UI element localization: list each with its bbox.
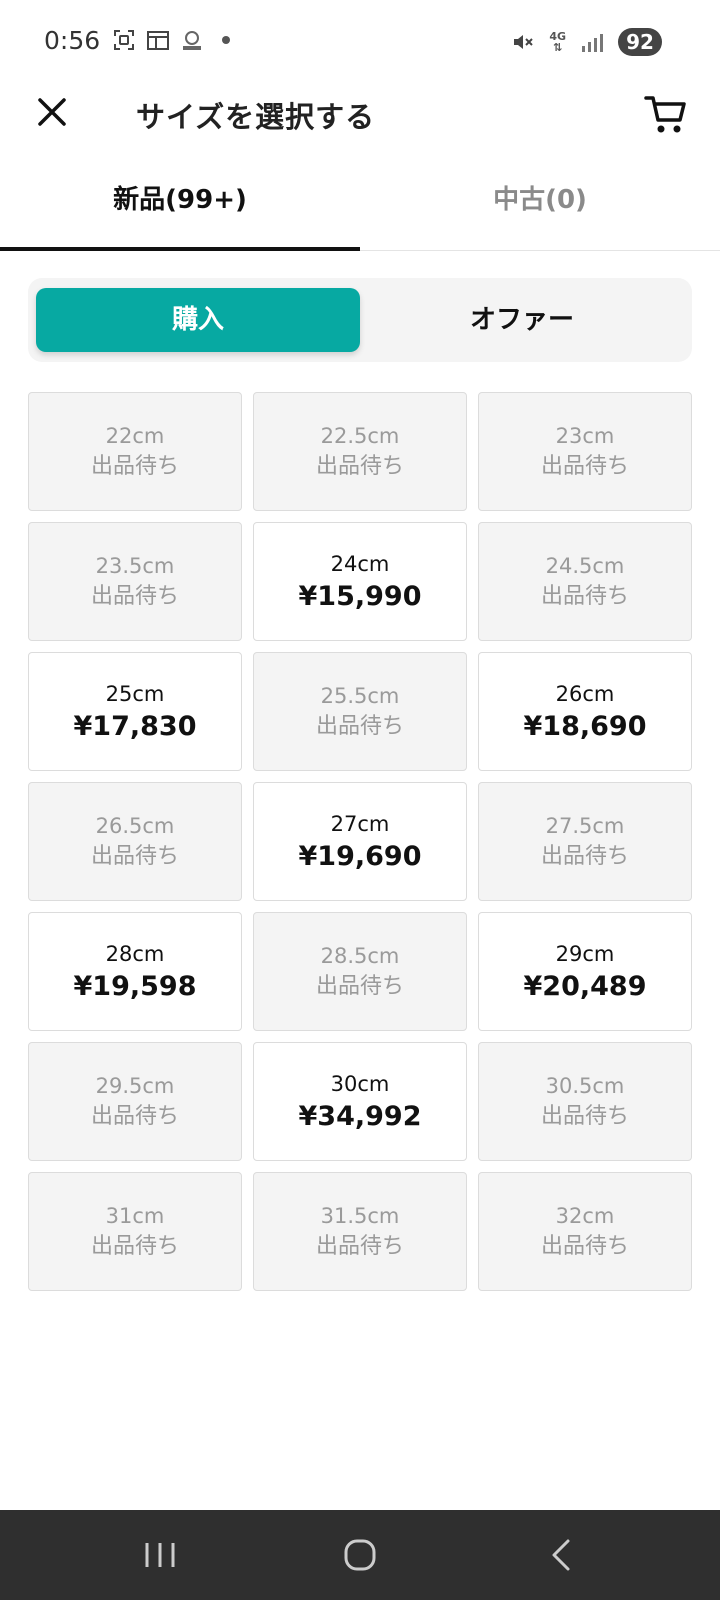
battery-level: 92: [618, 28, 662, 56]
close-button[interactable]: [34, 94, 70, 130]
recent-apps-icon: [145, 1543, 175, 1567]
home-icon: [344, 1539, 376, 1571]
size-label: 28.5cm: [320, 943, 400, 968]
size-label: 25cm: [105, 681, 165, 706]
size-option[interactable]: 25.5cm 出品待ち: [253, 652, 467, 771]
offer-button[interactable]: オファー: [360, 288, 684, 352]
status-bar: 0:56 4G ⇅ 92: [0, 0, 720, 84]
active-tab-indicator: [0, 247, 360, 251]
size-label: 26cm: [555, 681, 615, 706]
calendar-icon: [146, 28, 170, 52]
size-label: 24.5cm: [545, 553, 625, 578]
size-label: 25.5cm: [320, 683, 400, 708]
size-status: 出品待ち: [90, 453, 179, 479]
network-indicator: 4G ⇅: [549, 30, 566, 54]
size-option[interactable]: 27cm ¥19,690: [253, 782, 467, 901]
size-label: 23cm: [555, 423, 615, 448]
page-title: サイズを選択する: [136, 100, 376, 134]
cart-icon: [644, 96, 686, 133]
status-right-icons: 4G ⇅ 92: [511, 28, 662, 56]
size-option[interactable]: 29cm ¥20,489: [478, 912, 692, 1031]
size-status: 出品待ち: [540, 1103, 629, 1129]
size-option[interactable]: 24cm ¥15,990: [253, 522, 467, 641]
size-status: 出品待ち: [315, 1233, 404, 1259]
size-label: 23.5cm: [95, 553, 175, 578]
size-status: 出品待ち: [540, 453, 629, 479]
size-status: 出品待ち: [90, 1103, 179, 1129]
size-price: ¥34,992: [298, 1100, 422, 1132]
mute-icon: [511, 30, 535, 54]
size-label: 22cm: [105, 423, 165, 448]
size-price: ¥18,690: [523, 710, 647, 742]
size-option[interactable]: 26.5cm 出品待ち: [28, 782, 242, 901]
size-price: ¥19,598: [73, 970, 197, 1002]
size-label: 27.5cm: [545, 813, 625, 838]
size-option[interactable]: 28.5cm 出品待ち: [253, 912, 467, 1031]
size-option[interactable]: 23.5cm 出品待ち: [28, 522, 242, 641]
size-status: 出品待ち: [90, 1233, 179, 1259]
size-option[interactable]: 22cm 出品待ち: [28, 392, 242, 511]
size-label: 28cm: [105, 941, 165, 966]
cart-button[interactable]: [644, 92, 688, 136]
size-option[interactable]: 30.5cm 出品待ち: [478, 1042, 692, 1161]
size-label: 26.5cm: [95, 813, 175, 838]
recent-apps-button[interactable]: [138, 1535, 182, 1575]
size-label: 24cm: [330, 551, 390, 576]
signal-icon: [580, 30, 604, 54]
size-price: ¥20,489: [523, 970, 647, 1002]
system-nav-bar: [0, 1510, 720, 1600]
purchase-mode-toggle: 購入 オファー: [28, 278, 692, 362]
home-button[interactable]: [338, 1535, 382, 1575]
close-icon: [38, 98, 66, 126]
size-label: 22.5cm: [320, 423, 400, 448]
size-option[interactable]: 26cm ¥18,690: [478, 652, 692, 771]
status-time: 0:56: [44, 26, 101, 55]
size-label: 29.5cm: [95, 1073, 175, 1098]
size-option[interactable]: 31cm 出品待ち: [28, 1172, 242, 1291]
tab-used[interactable]: 中古(0): [360, 168, 720, 250]
back-button[interactable]: [540, 1535, 584, 1575]
size-option[interactable]: 23cm 出品待ち: [478, 392, 692, 511]
size-label: 31cm: [105, 1203, 165, 1228]
size-option[interactable]: 25cm ¥17,830: [28, 652, 242, 771]
buy-button[interactable]: 購入: [36, 288, 360, 352]
size-option[interactable]: 29.5cm 出品待ち: [28, 1042, 242, 1161]
size-label: 30cm: [330, 1071, 390, 1096]
status-left-icons: [112, 28, 230, 52]
size-price: ¥19,690: [298, 840, 422, 872]
size-status: 出品待ち: [315, 713, 404, 739]
size-status: 出品待ち: [540, 843, 629, 869]
size-status: 出品待ち: [315, 973, 404, 999]
size-status: 出品待ち: [90, 843, 179, 869]
size-option[interactable]: 22.5cm 出品待ち: [253, 392, 467, 511]
screenshot-icon: [112, 28, 136, 52]
size-status: 出品待ち: [540, 1233, 629, 1259]
network-type: 4G: [549, 30, 566, 43]
size-status: 出品待ち: [540, 583, 629, 609]
size-status: 出品待ち: [90, 583, 179, 609]
back-icon: [552, 1539, 570, 1571]
size-price: ¥17,830: [73, 710, 197, 742]
size-status: 出品待ち: [315, 453, 404, 479]
size-label: 30.5cm: [545, 1073, 625, 1098]
size-grid: 22cm 出品待ち 22.5cm 出品待ち 23cm 出品待ち 23.5cm 出品待ち 24cm…: [28, 392, 692, 1291]
size-option[interactable]: 28cm ¥19,598: [28, 912, 242, 1031]
size-option[interactable]: 32cm 出品待ち: [478, 1172, 692, 1291]
size-label: 32cm: [555, 1203, 615, 1228]
size-label: 29cm: [555, 941, 615, 966]
size-label: 27cm: [330, 811, 390, 836]
size-price: ¥15,990: [298, 580, 422, 612]
condition-tabs: 新品(99+) 中古(0): [0, 168, 720, 251]
notification-dot: [222, 36, 230, 44]
app-icon: [180, 28, 204, 52]
size-option[interactable]: 30cm ¥34,992: [253, 1042, 467, 1161]
size-option[interactable]: 24.5cm 出品待ち: [478, 522, 692, 641]
size-option[interactable]: 27.5cm 出品待ち: [478, 782, 692, 901]
header: サイズを選択する: [0, 84, 720, 174]
tab-new[interactable]: 新品(99+): [0, 168, 360, 250]
size-option[interactable]: 31.5cm 出品待ち: [253, 1172, 467, 1291]
size-label: 31.5cm: [320, 1203, 400, 1228]
